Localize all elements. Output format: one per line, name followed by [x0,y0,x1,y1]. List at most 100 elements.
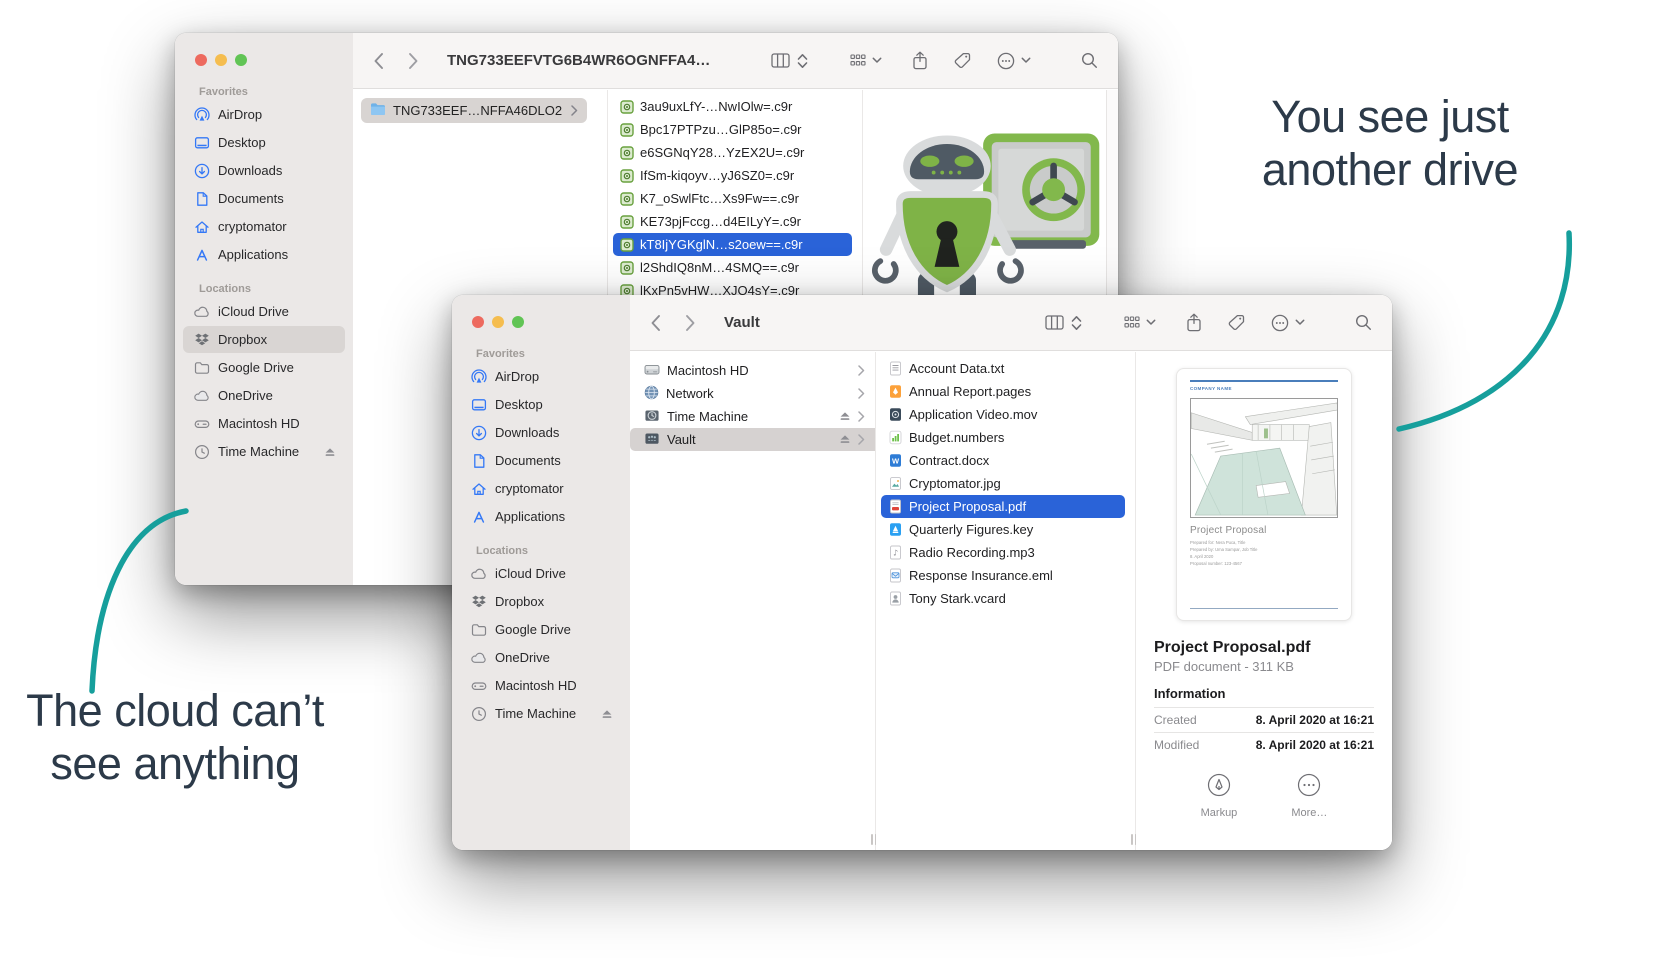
window-title: Vault [724,314,760,331]
share-icon[interactable] [912,51,928,70]
sidebar-item-cryptomator[interactable]: cryptomator [460,475,622,502]
encrypted-file-row[interactable]: 3au9uxLfY-…NwIOlw=.c9r [613,95,852,118]
modified-value: 8. April 2020 at 16:21 [1256,738,1374,752]
encrypted-file-row[interactable]: K7_oSwlFtc…Xs9Fw==.c9r [613,187,852,210]
eject-icon[interactable] [839,409,851,424]
vault-file-row[interactable]: Annual Report.pages [881,380,1125,403]
search-icon[interactable] [1355,314,1372,331]
encrypted-file-row[interactable]: l2ShdIQ8nM…4SMQ==.c9r [613,256,852,279]
chevron-down-icon[interactable] [1295,319,1305,326]
vault-file-row[interactable]: ♪Radio Recording.mp3 [881,541,1125,564]
sidebar-item-macintosh-hd[interactable]: Macintosh HD [460,672,622,699]
vault-file-row[interactable]: Project Proposal.pdf [881,495,1125,518]
sidebar-item-documents[interactable]: Documents [183,185,345,212]
sidebar-item-dropbox[interactable]: Dropbox [460,588,622,615]
group-view-icon[interactable] [1124,316,1140,329]
appstore-icon [192,247,211,263]
sidebar-item-google-drive[interactable]: Google Drive [460,616,622,643]
encrypted-file-row[interactable]: e6SGNqY28…YzEX2U=.c9r [613,141,852,164]
file-name: K7_oSwlFtc…Xs9Fw==.c9r [640,191,799,206]
sidebar-item-label: Google Drive [218,360,294,375]
device-row-vault[interactable]: Vault [630,428,875,451]
sidebar-item-desktop[interactable]: Desktop [183,129,345,156]
vault-file-row[interactable]: Tony Stark.vcard [881,587,1125,610]
sidebar-item-applications[interactable]: Applications [183,241,345,268]
more-icon[interactable] [997,52,1015,70]
tag-icon[interactable] [954,52,971,69]
sort-chevrons-icon[interactable] [797,53,808,69]
sidebar-item-macintosh-hd[interactable]: Macintosh HD [183,410,345,437]
documents-icon [469,453,488,469]
sidebar-item-airdrop[interactable]: AirDrop [183,101,345,128]
sidebar-item-label: Desktop [495,397,543,412]
close-button[interactable] [195,54,207,66]
vault-file-row[interactable]: Budget.numbers [881,426,1125,449]
vault-file-row[interactable]: Quarterly Figures.key [881,518,1125,541]
sidebar-item-google-drive[interactable]: Google Drive [183,354,345,381]
minimize-button[interactable] [215,54,227,66]
sidebar-item-label: Time Machine [218,444,299,459]
back-button[interactable] [373,52,384,70]
sidebar-item-dropbox[interactable]: Dropbox [183,326,345,353]
sidebar-item-icloud-drive[interactable]: iCloud Drive [460,560,622,587]
sidebar-item-onedrive[interactable]: OneDrive [460,644,622,671]
more-button[interactable]: More… [1291,773,1327,819]
sidebar-item-time-machine[interactable]: Time Machine [460,700,622,727]
group-view-icon[interactable] [850,54,866,67]
search-icon[interactable] [1081,52,1098,69]
numbers-file-icon [888,430,903,445]
zoom-button[interactable] [512,316,524,328]
vault-file-row[interactable]: Cryptomator.jpg [881,472,1125,495]
created-value: 8. April 2020 at 16:21 [1256,713,1374,727]
sidebar-item-time-machine[interactable]: Time Machine [183,438,345,465]
sidebar-item-cryptomator[interactable]: cryptomator [183,213,345,240]
encrypted-file-row[interactable]: Bpc17PTPzu…GlP85o=.c9r [613,118,852,141]
folder-item[interactable]: TNG733EEF…NFFA46DLO2 [361,98,587,123]
column-resize-handle[interactable] [1131,834,1139,845]
view-columns-icon[interactable] [771,53,790,68]
encrypted-file-row[interactable]: IfSm-kiqoyv…yJ6SZ0=.c9r [613,164,852,187]
forward-button[interactable] [685,314,696,332]
chevron-down-icon[interactable] [872,57,882,64]
sidebar-item-downloads[interactable]: Downloads [460,419,622,446]
share-icon[interactable] [1186,313,1202,332]
sidebar-item-icloud-drive[interactable]: iCloud Drive [183,298,345,325]
vault-file-row[interactable]: Account Data.txt [881,357,1125,380]
back-button[interactable] [650,314,661,332]
vault-file-row[interactable]: Application Video.mov [881,403,1125,426]
eject-icon[interactable] [839,432,851,447]
sidebar-item-airdrop[interactable]: AirDrop [460,363,622,390]
eject-icon[interactable] [601,709,613,719]
sidebar-item-downloads[interactable]: Downloads [183,157,345,184]
txt-file-icon [888,361,903,376]
file-name: Contract.docx [909,453,989,468]
zoom-button[interactable] [235,54,247,66]
device-row-time-machine[interactable]: Time Machine [630,405,875,428]
chevron-down-icon[interactable] [1021,57,1031,64]
vault-file-row[interactable]: Response Insurance.eml [881,564,1125,587]
sidebar-item-documents[interactable]: Documents [460,447,622,474]
minimize-button[interactable] [492,316,504,328]
markup-button[interactable]: Markup [1201,773,1238,819]
more-icon[interactable] [1271,314,1289,332]
sidebar-item-desktop[interactable]: Desktop [460,391,622,418]
vault-file-row[interactable]: WContract.docx [881,449,1125,472]
sidebar-item-label: OneDrive [495,650,550,665]
encrypted-file-row[interactable]: KE73pjFccg…d4EILyY=.c9r [613,210,852,233]
traffic-lights [472,316,524,328]
network-icon [644,385,659,403]
sidebar-item-onedrive[interactable]: OneDrive [183,382,345,409]
encrypted-file-icon [620,192,634,206]
column-resize-handle[interactable] [871,834,879,845]
device-row-network[interactable]: Network [630,382,875,405]
eject-icon[interactable] [324,447,336,457]
close-button[interactable] [472,316,484,328]
encrypted-file-row[interactable]: kT8IjYGKglN…s2oew==.c9r [613,233,852,256]
tag-icon[interactable] [1228,314,1245,331]
view-columns-icon[interactable] [1045,315,1064,330]
forward-button[interactable] [408,52,419,70]
chevron-down-icon[interactable] [1146,319,1156,326]
sort-chevrons-icon[interactable] [1071,315,1082,331]
sidebar-item-applications[interactable]: Applications [460,503,622,530]
device-row-macintosh-hd[interactable]: Macintosh HD [630,359,875,382]
